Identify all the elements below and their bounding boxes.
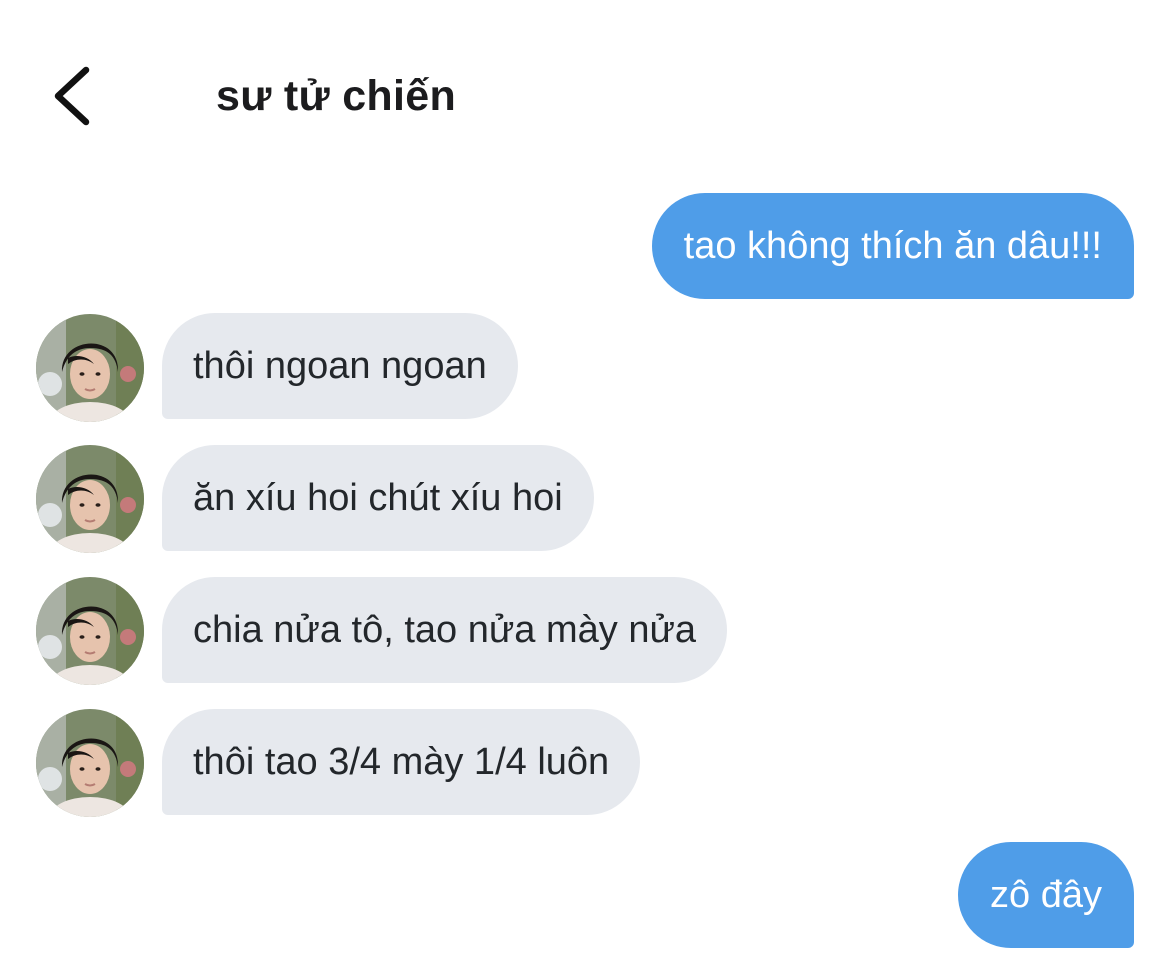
message-text: tao không thích ăn dâu!!!	[683, 224, 1102, 267]
message-text: thôi ngoan ngoan	[193, 344, 487, 387]
avatar[interactable]	[36, 709, 144, 817]
contact-photo	[36, 709, 144, 817]
message-text: zô đây	[990, 873, 1102, 916]
avatar[interactable]	[36, 577, 144, 685]
back-button[interactable]	[40, 62, 100, 130]
avatar[interactable]	[36, 445, 144, 553]
message-text: ăn xíu hoi chút xíu hoi	[193, 476, 563, 519]
contact-photo	[36, 577, 144, 685]
contact-photo	[36, 314, 144, 422]
chevron-left-icon	[54, 66, 90, 126]
avatar[interactable]	[36, 314, 144, 422]
message-text: thôi tao 3/4 mày 1/4 luôn	[193, 740, 610, 783]
outgoing-message-bubble[interactable]: zô đây	[958, 842, 1134, 948]
incoming-message-bubble[interactable]: thôi tao 3/4 mày 1/4 luôn	[162, 709, 641, 815]
outgoing-message-bubble[interactable]: tao không thích ăn dâu!!!	[651, 193, 1134, 299]
chat-header: sư tử chiến	[0, 0, 1169, 180]
incoming-message-bubble[interactable]: ăn xíu hoi chút xíu hoi	[162, 445, 594, 551]
incoming-message-bubble[interactable]: thôi ngoan ngoan	[162, 313, 518, 419]
contact-photo	[36, 445, 144, 553]
incoming-message-bubble[interactable]: chia nửa tô, tao nửa mày nửa	[162, 577, 728, 683]
message-text: chia nửa tô, tao nửa mày nửa	[193, 608, 697, 651]
conversation-title: sư tử chiến	[216, 72, 457, 120]
